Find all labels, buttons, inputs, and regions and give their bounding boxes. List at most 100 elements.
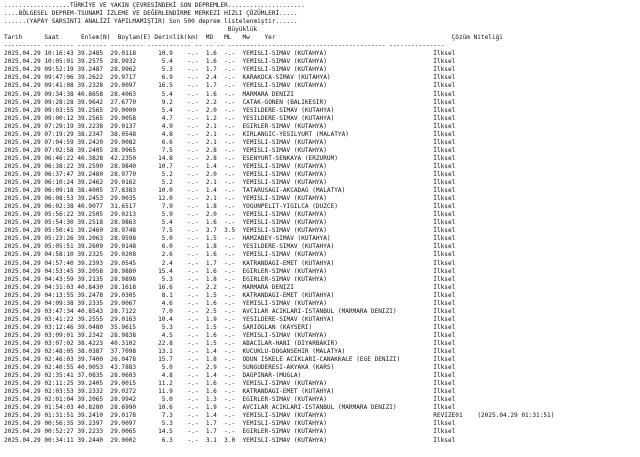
- cell-md: -.-: [187, 380, 206, 388]
- cell-saat: 03:09:01: [44, 331, 78, 339]
- cell-enlem: 39.2238: [77, 122, 111, 130]
- header-line-2: ....BÖLGESEL DEPREM-TSUNAMİ İZLEME VE DE…: [4, 10, 298, 18]
- cell-cozum: İlksel: [433, 162, 456, 170]
- cell-enlem: 39.9642: [77, 98, 111, 106]
- cell-md: -.-: [187, 170, 206, 178]
- table-row: 2025.04.29 06:08:53 39.2453 29.0035 12.0…: [4, 195, 640, 203]
- magnitude-group-header: Büyüklük: [4, 26, 640, 34]
- cell-mw: -.-: [224, 187, 243, 195]
- cell-yer: KIRLANGIC-YESILYURT (MALATYA): [242, 130, 434, 138]
- cell-derinlik: 5.9: [143, 211, 188, 219]
- cell-tarih: 2025.04.29: [4, 436, 45, 444]
- cell-enlem: 39.2063: [77, 235, 111, 243]
- cell-ml: 1.3: [205, 396, 225, 404]
- cell-saat: 05:05:51: [44, 243, 78, 251]
- cell-saat: 09:00:12: [44, 114, 78, 122]
- cell-tarih: 2025.04.29: [4, 162, 45, 170]
- cell-derinlik: 5.3: [143, 420, 188, 428]
- cell-tarih: 2025.04.29: [4, 114, 45, 122]
- cell-md: -.-: [187, 339, 206, 347]
- cell-tarih: 2025.04.29: [4, 138, 45, 146]
- cell-tarih: 2025.04.29: [4, 315, 45, 323]
- cell-saat: 05:54:30: [44, 219, 78, 227]
- cell-tarih: 2025.04.29: [4, 82, 45, 90]
- cell-boylam: 38.0548: [110, 130, 144, 138]
- cell-saat: 09:34:38: [44, 90, 78, 98]
- cell-derinlik: 4.9: [143, 122, 188, 130]
- table-row: 2025.04.29 03:12:46 39.0480 35.9615 5.3 …: [4, 324, 640, 332]
- cell-cozum: İlksel: [433, 114, 456, 122]
- cell-mw: -.-: [224, 307, 243, 315]
- cell-mw: -.-: [224, 179, 243, 187]
- cell-enlem: 40.9053: [77, 364, 111, 372]
- cell-enlem: 38.4223: [77, 339, 111, 347]
- cell-mw: -.-: [224, 66, 243, 74]
- cell-mw: -.-: [224, 203, 243, 211]
- cell-mw: -.-: [224, 195, 243, 203]
- cell-derinlik: 7.5: [143, 146, 188, 154]
- cell-saat: 01:31:51: [44, 412, 78, 420]
- cell-ml: 2.1: [205, 138, 225, 146]
- cell-md: -.-: [187, 259, 206, 267]
- cell-saat: 07:02:58: [44, 146, 78, 154]
- cell-boylam: 29.0118: [110, 50, 144, 58]
- cell-ml: 1.4: [205, 372, 225, 380]
- cell-derinlik: 5.4: [143, 106, 188, 114]
- cell-cozum: İlksel: [433, 428, 456, 436]
- cell-derinlik: 7.9: [143, 203, 188, 211]
- cell-derinlik: 6.6: [143, 138, 188, 146]
- cell-yer: CATAK-GONEN (BALIKESIR): [242, 98, 434, 106]
- cell-cozum: İlksel: [433, 388, 456, 396]
- cell-boylam: 28.9838: [110, 331, 144, 339]
- cell-enlem: 39.2555: [77, 315, 111, 323]
- col-yer: Yer: [264, 34, 452, 42]
- cell-boylam: 28.9942: [110, 396, 144, 404]
- cell-cozum: İlksel: [433, 211, 456, 219]
- cell-ml: 1.6: [205, 380, 225, 388]
- cell-saat: 03:12:46: [44, 323, 78, 331]
- cell-md: -.-: [187, 187, 206, 195]
- cell-boylam: 29.9717: [110, 74, 144, 82]
- cell-saat: 02:11:25: [44, 380, 78, 388]
- cell-derinlik: 5.0: [143, 364, 188, 372]
- cell-derinlik: 5.0: [143, 235, 188, 243]
- cell-ml: 1.6: [205, 299, 225, 307]
- cell-mw: -.-: [224, 299, 243, 307]
- cell-md: -.-: [187, 203, 206, 211]
- cell-mw: 3.5: [224, 227, 243, 235]
- cell-cozum: İlksel: [433, 436, 456, 444]
- cell-md: -.-: [187, 179, 206, 187]
- cell-enlem: 40.8543: [77, 307, 111, 315]
- cell-md: -.-: [187, 162, 206, 170]
- col-mw: Mw: [242, 34, 265, 42]
- table-row: 2025.04.29 07:19:29 38.2347 38.0548 4.8 …: [4, 131, 640, 139]
- cell-saat: 02:46:03: [44, 356, 78, 364]
- cell-mw: -.-: [224, 219, 243, 227]
- cell-tarih: 2025.04.29: [4, 106, 45, 114]
- cell-cozum: İlksel: [433, 323, 456, 331]
- table-row: 2025.04.29 09:41:08 39.2328 29.0097 16.5…: [4, 82, 640, 90]
- cell-ml: 2.0: [205, 211, 225, 219]
- cell-ml: 1.6: [205, 267, 225, 275]
- cell-derinlik: 5.0: [143, 396, 188, 404]
- cell-saat: 05:50:41: [44, 227, 78, 235]
- cell-enlem: 39.2478: [77, 291, 111, 299]
- cell-boylam: 29.0097: [110, 82, 144, 90]
- cell-md: -.-: [187, 243, 206, 251]
- cell-derinlik: 11.2: [143, 380, 188, 388]
- cell-ml: 1.4: [205, 162, 225, 170]
- cell-saat: 04:31:03: [44, 283, 78, 291]
- cell-boylam: 29.0097: [110, 420, 144, 428]
- cell-enlem: 39.2342: [77, 331, 111, 339]
- cell-mw: -.-: [224, 211, 243, 219]
- cell-saat: 09:41:08: [44, 82, 78, 90]
- cell-enlem: 39.2440: [77, 436, 111, 444]
- cell-enlem: 39.2487: [77, 66, 111, 74]
- cell-derinlik: 14.5: [143, 428, 188, 436]
- cell-boylam: 29.0002: [110, 436, 144, 444]
- cell-derinlik: 11.9: [143, 388, 188, 396]
- cell-mw: -.-: [224, 428, 243, 436]
- cell-tarih: 2025.04.29: [4, 356, 45, 364]
- cell-enlem: 39.2397: [77, 420, 111, 428]
- cell-ml: 2.8: [205, 154, 225, 162]
